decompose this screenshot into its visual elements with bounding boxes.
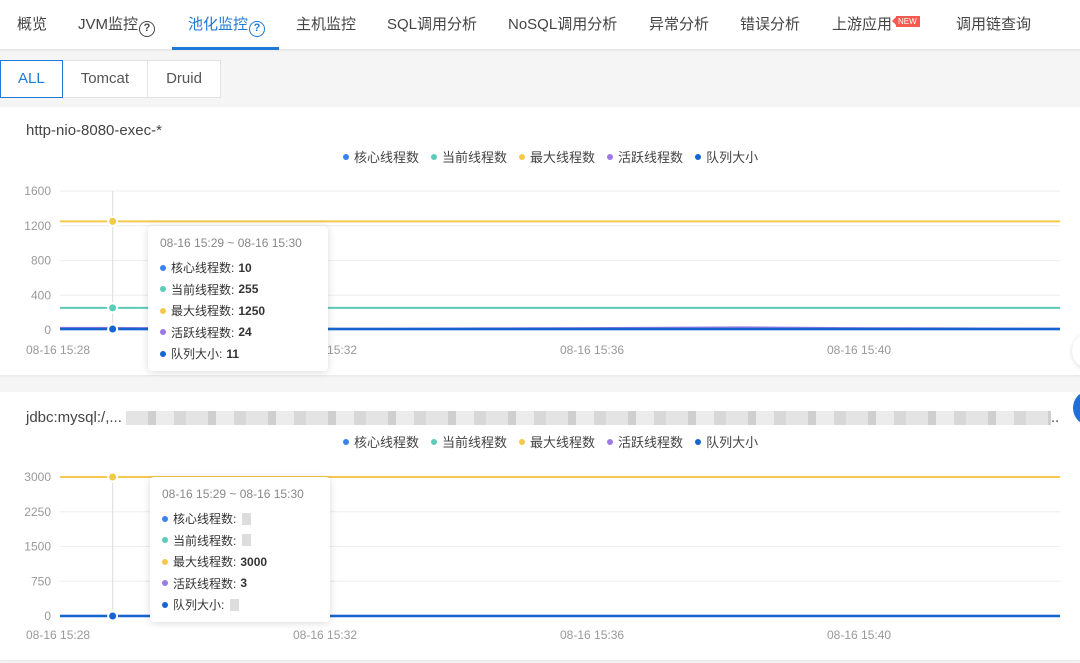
tooltip-time-range: 08-16 15:29 ~ 08-16 15:30 bbox=[160, 236, 302, 250]
tab-pool-monitor[interactable]: 池化监控? bbox=[171, 0, 280, 50]
tooltip-label: 队列大小: bbox=[173, 598, 225, 613]
x-tick-label: 08-16 15:40 bbox=[827, 628, 891, 642]
tab-host-monitor[interactable]: 主机监控 bbox=[296, 0, 356, 50]
tooltip-row: 最大线程数: 3000 bbox=[162, 551, 318, 573]
tooltip-value-masked bbox=[242, 512, 252, 525]
tooltip-value: 24 bbox=[238, 325, 252, 340]
tab-upstream-apps[interactable]: 上游应用 NEW bbox=[832, 0, 920, 50]
tab-label: 异常分析 bbox=[649, 16, 710, 33]
tooltip-value: 10 bbox=[238, 260, 252, 275]
tooltip-row: 核心线程数: 10 bbox=[160, 257, 316, 279]
tooltip-dot bbox=[162, 601, 168, 608]
tab-label: 错误分析 bbox=[740, 16, 801, 33]
tooltip-row: 当前线程数: 255 bbox=[160, 279, 316, 301]
tab-label: 调用链查询 bbox=[956, 16, 1032, 33]
hover-point bbox=[107, 610, 119, 622]
tooltip-dot bbox=[162, 537, 168, 544]
subtab-tomcat[interactable]: Tomcat bbox=[61, 60, 149, 98]
tooltip-value-masked bbox=[242, 534, 252, 547]
tab-label: JVM监控 bbox=[78, 16, 139, 33]
tab-label: 概览 bbox=[17, 16, 48, 33]
help-icon[interactable]: ? bbox=[249, 21, 266, 37]
y-tick-label: 1200 bbox=[24, 219, 51, 233]
tooltip-label: 当前线程数: bbox=[173, 533, 237, 548]
new-badge: NEW bbox=[892, 16, 920, 27]
tooltip-row: 核心线程数: bbox=[162, 508, 318, 530]
subtab-all[interactable]: ALL bbox=[0, 60, 63, 98]
y-tick-label: 2250 bbox=[24, 505, 51, 519]
y-tick-label: 750 bbox=[31, 574, 51, 588]
tab-trace-query[interactable]: 调用链查询 bbox=[956, 0, 1031, 50]
tab-label: SQL调用分析 bbox=[387, 16, 478, 33]
y-tick-label: 400 bbox=[31, 288, 51, 302]
tooltip-row: 队列大小: 11 bbox=[160, 343, 316, 365]
tooltip-value: 3 bbox=[240, 576, 248, 591]
top-navigation: 概览 JVM监控? 池化监控? 主机监控 SQL调用分析 NoSQL调用分析 异… bbox=[0, 0, 1080, 50]
pool-panel-tomcat: http-nio-8080-exec-* 核心线程数 当前线程数 最大线程数 活… bbox=[0, 107, 1080, 375]
tooltip-dot bbox=[162, 558, 168, 565]
tab-sql-analysis[interactable]: SQL调用分析 bbox=[387, 0, 477, 50]
tooltip-row: 活跃线程数: 3 bbox=[162, 573, 318, 595]
tooltip-row: 活跃线程数: 24 bbox=[160, 322, 316, 344]
x-tick-label: 08-16 15:36 bbox=[560, 628, 624, 642]
chart-tooltip: 08-16 15:29 ~ 08-16 15:30 核心线程数: 当前线程数: 最大… bbox=[150, 477, 330, 622]
tooltip-dot bbox=[162, 515, 168, 522]
tooltip-value: 3000 bbox=[240, 554, 268, 569]
tab-exception-analysis[interactable]: 异常分析 bbox=[649, 0, 709, 50]
tooltip-dot bbox=[160, 264, 166, 271]
tooltip-label: 核心线程数: bbox=[171, 261, 235, 276]
tooltip-value-masked bbox=[230, 598, 240, 611]
tooltip-value: 1250 bbox=[238, 303, 266, 318]
tooltip-row: 队列大小: bbox=[162, 594, 318, 616]
subtab-druid[interactable]: Druid bbox=[147, 60, 221, 98]
hover-point bbox=[107, 302, 119, 314]
hover-point bbox=[107, 323, 119, 335]
x-tick-label: 08-16 15:32 bbox=[293, 628, 357, 642]
tooltip-label: 活跃线程数: bbox=[171, 325, 235, 340]
tooltip-row: 最大线程数: 1250 bbox=[160, 300, 316, 322]
tab-error-analysis[interactable]: 错误分析 bbox=[740, 0, 800, 50]
x-tick-label: 08-16 15:28 bbox=[26, 343, 90, 357]
tab-nosql-analysis[interactable]: NoSQL调用分析 bbox=[508, 0, 617, 50]
tooltip-row: 当前线程数: bbox=[162, 530, 318, 552]
y-tick-label: 1600 bbox=[24, 184, 51, 198]
tooltip-label: 最大线程数: bbox=[171, 304, 235, 319]
tooltip-dot bbox=[160, 307, 166, 314]
tooltip-dot bbox=[162, 580, 168, 587]
chart-tooltip: 08-16 15:29 ~ 08-16 15:30 核心线程数: 10 当前线程数:… bbox=[148, 226, 328, 371]
x-tick-label: 08-16 15:28 bbox=[26, 628, 90, 642]
tooltip-time-range: 08-16 15:29 ~ 08-16 15:30 bbox=[162, 487, 304, 501]
tab-overview[interactable]: 概览 bbox=[17, 0, 47, 50]
tooltip-dot bbox=[160, 329, 166, 336]
x-tick-label: 08-16 15:40 bbox=[827, 343, 891, 357]
tooltip-value: 11 bbox=[226, 346, 240, 361]
y-tick-label: 0 bbox=[44, 323, 51, 337]
tab-label: NoSQL调用分析 bbox=[508, 16, 618, 33]
tooltip-dot bbox=[160, 350, 166, 357]
tab-label: 主机监控 bbox=[296, 16, 357, 33]
tooltip-label: 核心线程数: bbox=[173, 512, 237, 527]
tooltip-label: 当前线程数: bbox=[171, 282, 235, 297]
tab-label: 池化监控 bbox=[188, 16, 249, 33]
help-icon[interactable]: ? bbox=[139, 21, 156, 37]
hover-point bbox=[107, 471, 119, 483]
tooltip-value: 255 bbox=[238, 282, 259, 297]
tab-jvm-monitor[interactable]: JVM监控? bbox=[78, 0, 156, 50]
pool-type-tabs: ALL Tomcat Druid bbox=[0, 60, 221, 98]
pool-panel-druid: jdbc:mysql:/,..... 核心线程数 当前线程数 最大线程数 活跃线… bbox=[0, 392, 1080, 660]
tooltip-label: 队列大小: bbox=[171, 347, 223, 362]
tooltip-dot bbox=[160, 286, 166, 293]
hover-point bbox=[107, 215, 119, 227]
y-tick-label: 1500 bbox=[24, 540, 51, 554]
y-tick-label: 0 bbox=[44, 609, 51, 623]
y-tick-label: 800 bbox=[31, 254, 51, 268]
x-tick-label: 08-16 15:36 bbox=[560, 343, 624, 357]
tab-label: 上游应用 bbox=[832, 16, 893, 33]
tooltip-label: 最大线程数: bbox=[173, 555, 237, 570]
tooltip-label: 活跃线程数: bbox=[173, 576, 237, 591]
y-tick-label: 3000 bbox=[24, 470, 51, 484]
